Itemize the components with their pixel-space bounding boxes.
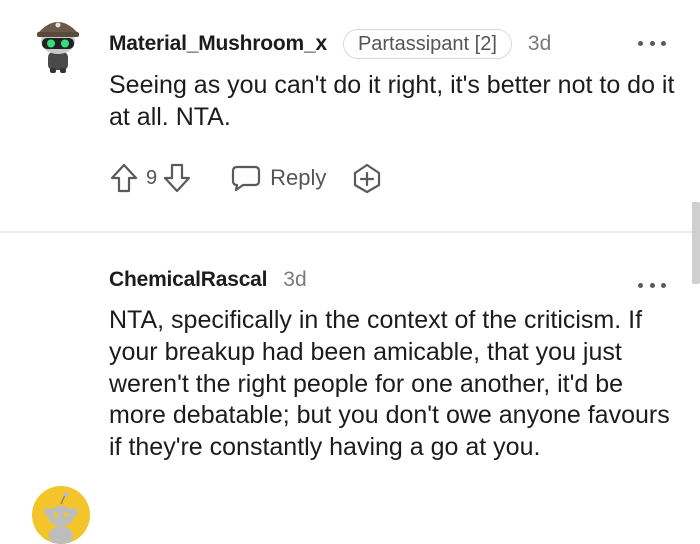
award-plus-icon <box>354 163 381 194</box>
timestamp: 3d <box>527 32 552 55</box>
more-options-icon[interactable] <box>638 278 666 292</box>
vote-score: 9 <box>146 166 158 189</box>
user-avatar[interactable] <box>32 486 90 544</box>
upvote-button[interactable] <box>108 161 140 195</box>
username[interactable]: ChemicalRascal <box>109 268 267 292</box>
snoo-default-avatar-icon <box>44 491 78 544</box>
snoo-avatar-hat-icon <box>37 22 79 73</box>
user-flair: Partassipant [2] <box>342 29 512 59</box>
comment-meta: ChemicalRascal 3d <box>109 264 307 296</box>
comment: Material_Mushroom_x Partassipant [2] 3d … <box>0 0 700 230</box>
user-avatar[interactable] <box>36 14 80 74</box>
comment-divider <box>0 231 700 233</box>
award-button[interactable] <box>350 161 384 195</box>
upvote-arrow-icon <box>110 163 138 193</box>
comment-actions: 9 Reply <box>108 160 384 196</box>
comment-body: Seeing as you can't do it right, it's be… <box>109 71 675 131</box>
reply-label: Reply <box>270 165 327 190</box>
more-options-icon[interactable] <box>638 36 666 50</box>
comment: ChemicalRascal 3d NTA, specifically in t… <box>0 234 700 544</box>
comment-meta: Material_Mushroom_x Partassipant [2] 3d <box>109 28 551 60</box>
reply-button[interactable]: Reply <box>231 164 326 192</box>
downvote-arrow-icon <box>164 163 191 193</box>
timestamp: 3d <box>283 268 307 291</box>
downvote-button[interactable] <box>161 161 193 195</box>
scrollbar[interactable] <box>692 202 700 284</box>
username[interactable]: Material_Mushroom_x <box>109 32 327 56</box>
reply-bubble-icon <box>232 165 261 192</box>
comment-body: NTA, specifically in the context of the … <box>109 306 670 462</box>
